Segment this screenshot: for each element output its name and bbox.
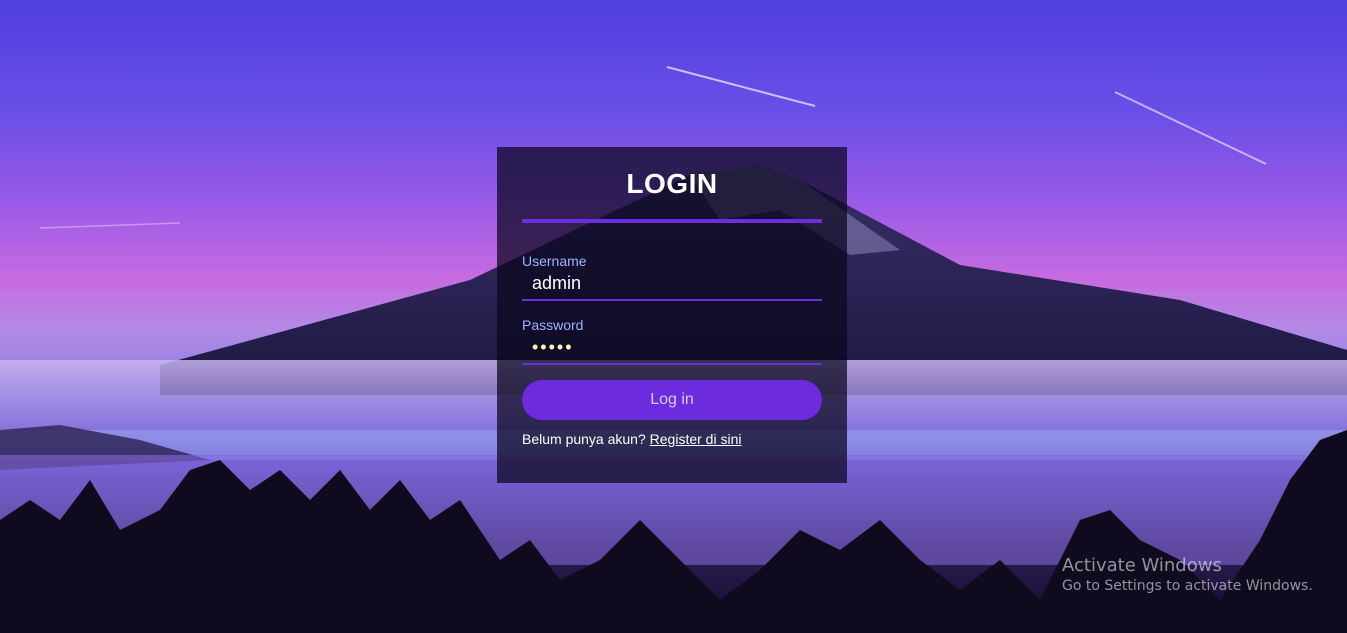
activate-windows-watermark: Activate Windows Go to Settings to activ… [1062,555,1313,594]
username-input[interactable] [522,269,822,301]
watermark-subtitle: Go to Settings to activate Windows. [1062,578,1313,594]
login-title: LOGIN [626,168,718,199]
login-button[interactable]: Log in [522,380,822,420]
register-row: Belum punya akun? Register di sini [522,431,822,447]
password-label: Password [522,317,584,333]
username-label: Username [522,253,587,269]
password-input[interactable] [522,333,822,365]
register-link[interactable]: Register di sini [650,431,742,447]
login-card: LOGIN Username Password Log in Belum pun… [497,147,847,483]
register-prompt: Belum punya akun? [522,431,646,447]
login-page: LOGIN Username Password Log in Belum pun… [0,0,1347,633]
watermark-title: Activate Windows [1062,555,1222,576]
title-divider [522,219,822,223]
